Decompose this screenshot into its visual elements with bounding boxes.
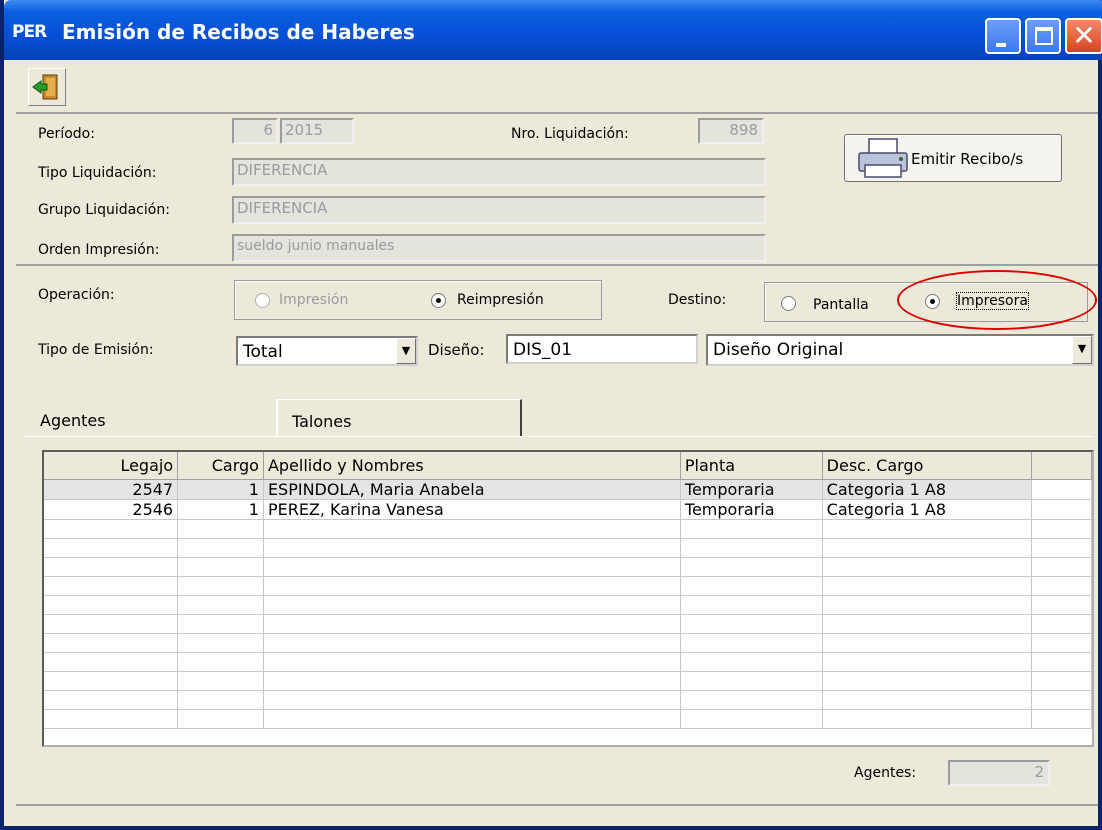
col-extra — [1031, 452, 1092, 480]
table-row[interactable]: 2547 1 ESPINDOLA, Maria Anabela Temporar… — [44, 479, 1092, 500]
tab-agentes-label: Agentes — [40, 411, 106, 430]
table-row-empty — [44, 595, 1092, 615]
table-row-empty — [44, 519, 1092, 539]
cell-cargo: 1 — [177, 479, 264, 500]
red-highlight-ellipse — [897, 270, 1097, 330]
destino-label: Destino: — [668, 292, 727, 308]
table-row-empty — [44, 690, 1092, 710]
cell-nombre: ESPINDOLA, Maria Anabela — [263, 479, 681, 500]
minimize-button[interactable] — [985, 18, 1021, 54]
operacion-group: Impresión Reimpresión — [234, 280, 602, 320]
reimpresion-label: Reimpresión — [457, 292, 544, 308]
operacion-label: Operación: — [38, 287, 115, 303]
impresion-label: Impresión — [279, 292, 349, 308]
chevron-down-icon[interactable]: ▼ — [1072, 336, 1092, 364]
diseno-desc-select[interactable]: Diseño Original ▼ — [706, 334, 1094, 366]
agents-table: Legajo Cargo Apellido y Nombres Planta D… — [44, 452, 1092, 729]
maximize-icon — [1035, 27, 1053, 45]
cell-desc-cargo: Categoria 1 A8 — [822, 479, 1033, 500]
maximize-button[interactable] — [1025, 18, 1061, 54]
col-desc-cargo[interactable]: Desc. Cargo — [822, 452, 1033, 480]
diseno-label: Diseño: — [428, 341, 485, 359]
table-row[interactable]: 2546 1 PEREZ, Karina Vanesa Temporaria C… — [44, 499, 1092, 520]
tipo-emision-value: Total — [243, 342, 283, 362]
tab-agentes[interactable]: Agentes — [22, 399, 276, 436]
cell-desc-cargo: Categoria 1 A8 — [822, 499, 1033, 520]
cell-legajo: 2547 — [44, 479, 179, 500]
exit-door-icon — [32, 74, 58, 100]
status-bar — [16, 804, 1098, 828]
agents-grid[interactable]: Legajo Cargo Apellido y Nombres Planta D… — [42, 450, 1094, 747]
chevron-down-icon[interactable]: ▼ — [396, 338, 416, 364]
diseno-desc-value: Diseño Original — [713, 340, 844, 360]
close-icon: ✕ — [1072, 19, 1096, 52]
tab-talones-label: Talones — [292, 412, 352, 431]
table-row-empty — [44, 652, 1092, 672]
main-window: PER Emisión de Recibos de Haberes ✕ Perí… — [0, 0, 1102, 830]
grid-header-row: Legajo Cargo Apellido y Nombres Planta D… — [44, 452, 1092, 480]
tipo-emision-label: Tipo de Emisión: — [38, 342, 154, 358]
col-cargo[interactable]: Cargo — [177, 452, 264, 480]
radio-pantalla[interactable] — [781, 296, 796, 311]
agentes-count-label: Agentes: — [854, 765, 917, 781]
col-planta[interactable]: Planta — [680, 452, 823, 480]
col-legajo[interactable]: Legajo — [44, 452, 179, 480]
table-row-empty — [44, 671, 1092, 691]
diseno-code-value: DIS_01 — [513, 340, 573, 360]
diseno-code-field[interactable]: DIS_01 — [506, 334, 698, 364]
cell-planta: Temporaria — [680, 499, 823, 520]
table-row-empty — [44, 538, 1092, 558]
toolbar — [16, 60, 1098, 114]
pantalla-label: Pantalla — [813, 297, 869, 313]
table-row-empty — [44, 614, 1092, 634]
tab-talones[interactable]: Talones — [276, 399, 522, 436]
radio-reimpresion[interactable] — [431, 293, 446, 308]
window-title: Emisión de Recibos de Haberes — [62, 20, 415, 44]
cell-planta: Temporaria — [680, 479, 823, 500]
cell-legajo: 2546 — [44, 499, 179, 520]
header-panel — [16, 114, 1098, 266]
table-row-empty — [44, 557, 1092, 577]
minimize-icon — [996, 43, 1006, 47]
exit-button[interactable] — [28, 68, 66, 106]
close-button[interactable]: ✕ — [1065, 18, 1102, 54]
table-row-empty — [44, 576, 1092, 596]
title-bar[interactable]: PER Emisión de Recibos de Haberes ✕ — [4, 0, 1102, 60]
radio-impresion[interactable] — [255, 293, 270, 308]
app-badge: PER — [12, 22, 47, 42]
col-apellido-nombres[interactable]: Apellido y Nombres — [263, 452, 681, 480]
cell-cargo: 1 — [177, 499, 264, 520]
cell-nombre: PEREZ, Karina Vanesa — [263, 499, 681, 520]
table-row-empty — [44, 633, 1092, 653]
tab-divider — [24, 436, 1094, 437]
tipo-emision-select[interactable]: Total ▼ — [236, 336, 418, 366]
table-row-empty — [44, 709, 1092, 729]
agentes-count-field: 2 — [948, 760, 1050, 786]
